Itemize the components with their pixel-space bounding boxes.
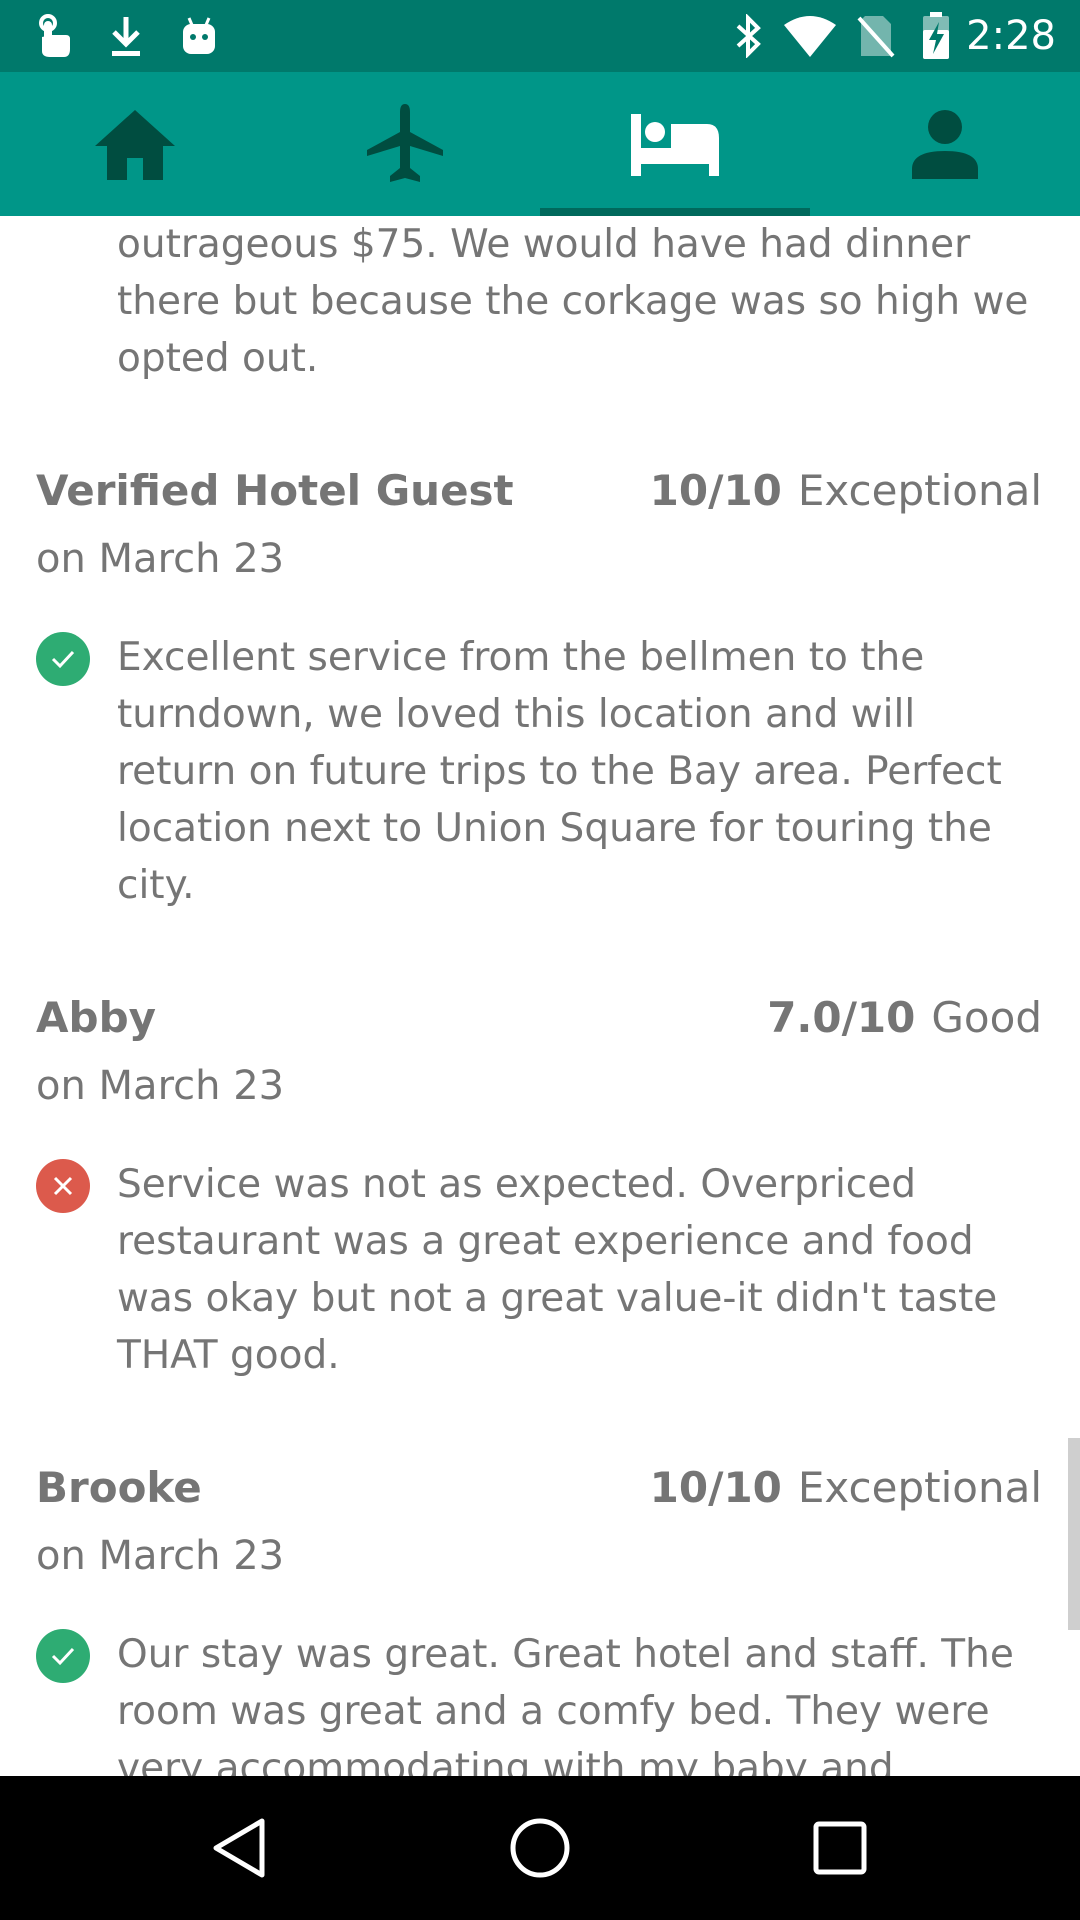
score-value: 7.0/10 — [767, 993, 916, 1042]
review-date: on March 23 — [36, 1063, 285, 1109]
review-score: 10/10 Exceptional — [650, 466, 1042, 515]
person-icon — [912, 110, 978, 179]
back-icon — [213, 1818, 265, 1878]
no-sim-icon — [854, 12, 898, 60]
review-score: 10/10 Exceptional — [650, 1463, 1042, 1512]
touch-icon — [30, 12, 74, 60]
tab-hotels[interactable] — [540, 72, 810, 216]
review-text: Our stay was great. Great hotel and staf… — [117, 1632, 1014, 1776]
download-icon — [104, 12, 148, 60]
tab-bar — [0, 72, 1080, 216]
reviewer-name: Verified Hotel Guest — [36, 466, 514, 515]
negative-x-icon — [36, 1159, 90, 1213]
reviews-list[interactable]: outrageous $75. We would have had dinner… — [0, 216, 1080, 1776]
status-bar: 2:28 — [0, 0, 1080, 72]
wifi-icon — [780, 12, 840, 60]
bluetooth-icon — [728, 12, 768, 60]
score-value: 10/10 — [649, 466, 782, 515]
review-text-partial: outrageous $75. We would have had dinner… — [117, 222, 1029, 381]
home-circle-icon — [510, 1818, 570, 1878]
review-date: on March 23 — [36, 536, 285, 582]
android-icon — [176, 12, 222, 60]
scrollbar[interactable] — [1068, 1438, 1080, 1630]
back-button[interactable] — [140, 1776, 340, 1920]
rating-label: Good — [931, 993, 1042, 1042]
tab-flights[interactable] — [270, 72, 540, 216]
rating-label: Exceptional — [797, 466, 1042, 515]
review-date: on March 23 — [36, 1533, 285, 1579]
recents-button[interactable] — [740, 1776, 940, 1920]
battery-charging-icon — [918, 12, 954, 60]
home-button[interactable] — [440, 1776, 640, 1920]
reviewer-name: Brooke — [36, 1463, 202, 1512]
airplane-icon — [367, 104, 443, 182]
tab-home[interactable] — [0, 72, 270, 216]
score-value: 10/10 — [649, 1463, 782, 1512]
positive-check-icon — [36, 1629, 90, 1683]
reviewer-name: Abby — [36, 993, 157, 1042]
review-text: Service was not as expected. Overpriced … — [117, 1162, 998, 1378]
system-nav-bar — [0, 1776, 1080, 1920]
positive-check-icon — [36, 632, 90, 686]
selected-tab-indicator — [540, 208, 810, 216]
tab-account[interactable] — [810, 72, 1080, 216]
status-time: 2:28 — [966, 13, 1056, 59]
review-score: 7.0/10 Good — [767, 993, 1042, 1042]
bed-icon — [631, 114, 719, 176]
recents-icon — [813, 1821, 867, 1875]
rating-label: Exceptional — [797, 1463, 1042, 1512]
review-text: Excellent service from the bellmen to th… — [117, 635, 1002, 908]
home-icon — [95, 110, 175, 180]
